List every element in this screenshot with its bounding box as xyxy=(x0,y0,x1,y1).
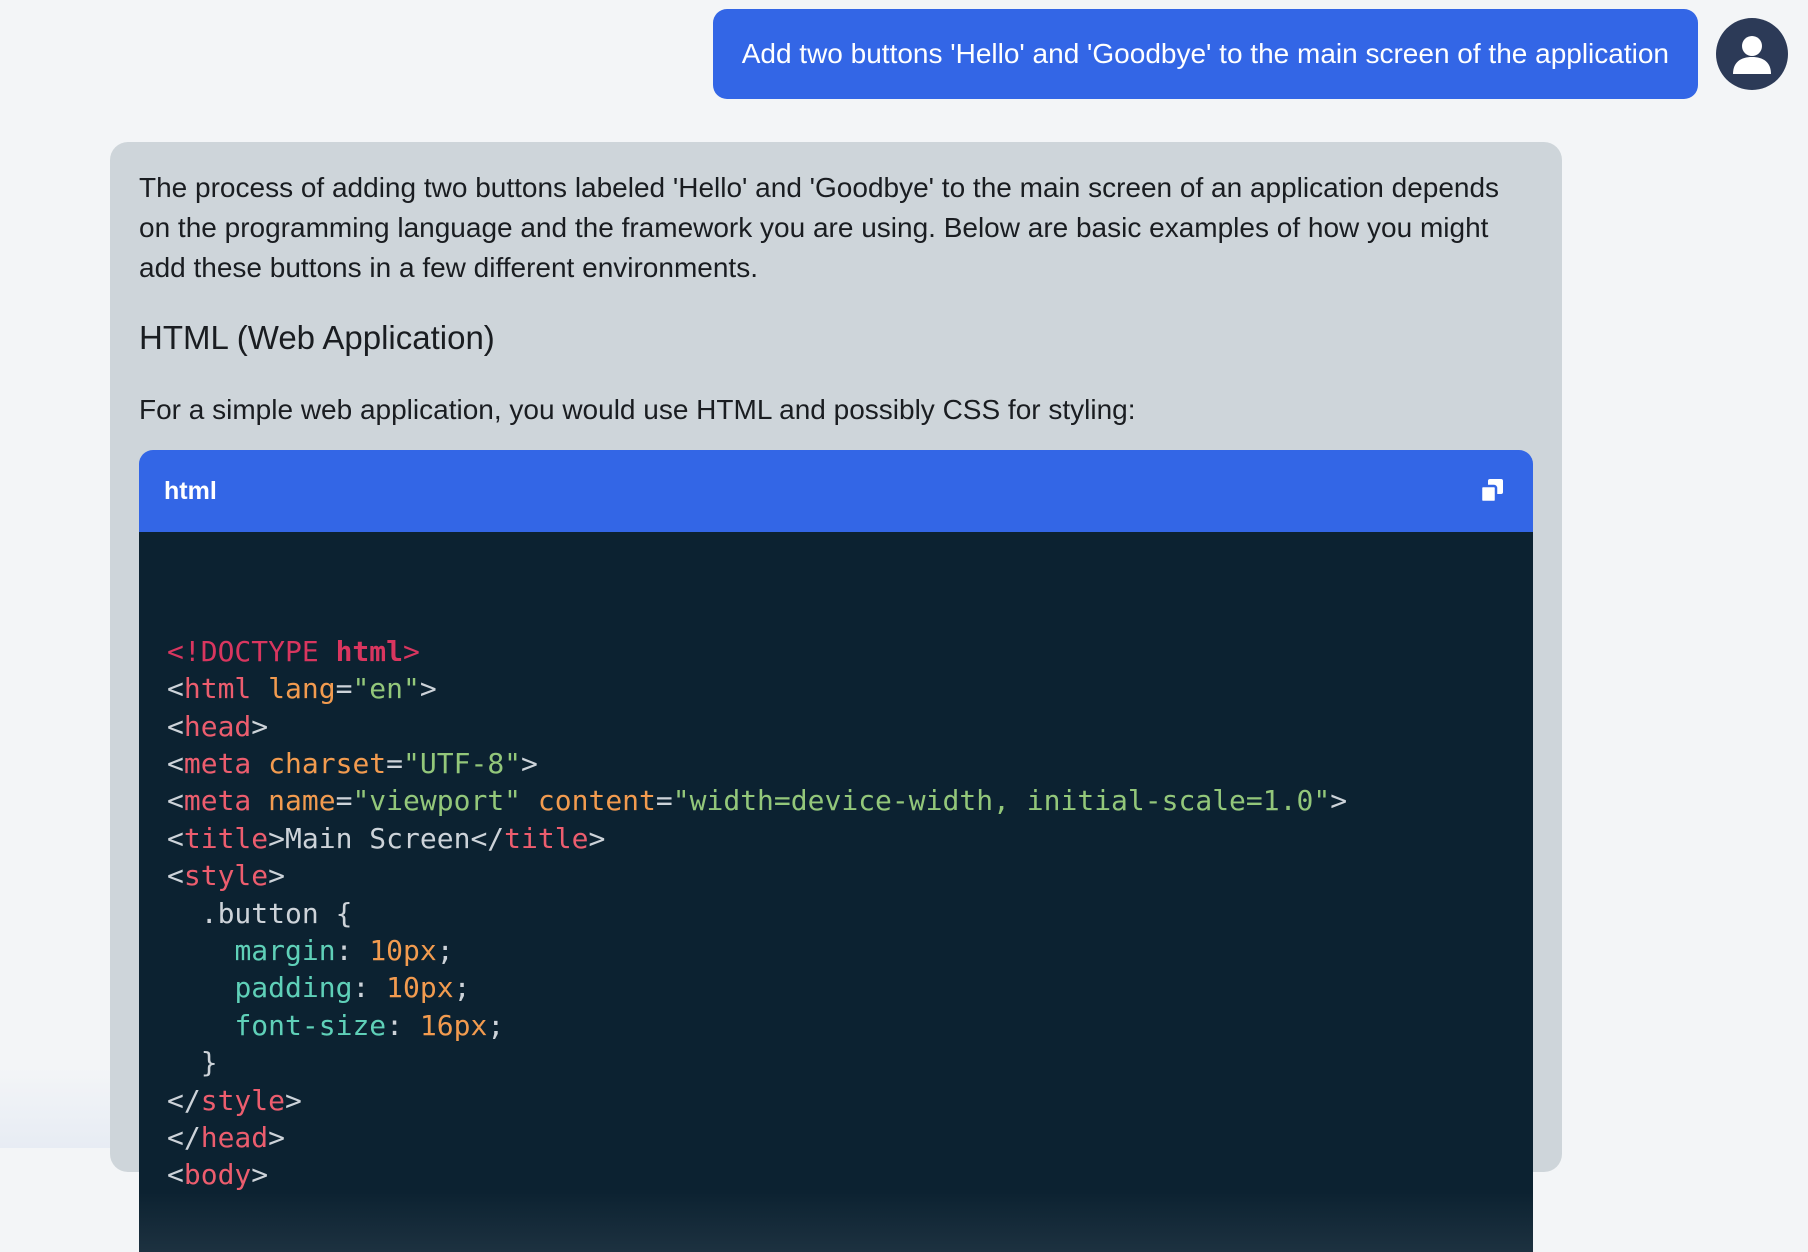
code-token: .button { xyxy=(167,896,353,930)
code-line: } xyxy=(167,1044,1505,1081)
code-token: lang xyxy=(268,672,336,706)
code-token: "width=device-width, initial-scale=1.0" xyxy=(672,784,1331,818)
code-token: : xyxy=(352,971,387,1005)
code-line: margin: 10px; xyxy=(167,932,1505,969)
code-token: 10px xyxy=(386,971,454,1005)
code-token: > xyxy=(403,634,420,668)
code-token: > xyxy=(588,821,606,855)
background-gradient xyxy=(0,1068,110,1148)
code-line: <html lang="en"> xyxy=(167,670,1505,707)
code-token: > xyxy=(419,672,437,706)
code-token: > xyxy=(268,859,286,893)
code-line: <meta name="viewport" content="width=dev… xyxy=(167,782,1505,819)
code-line: </head> xyxy=(167,1119,1505,1156)
code-line: <body> xyxy=(167,1156,1505,1193)
copy-code-button[interactable] xyxy=(1477,476,1507,506)
code-block: html <!DOCTYPE html> <html lang="en"> <hea… xyxy=(139,450,1533,1252)
assistant-message-card: The process of adding two buttons labele… xyxy=(110,142,1562,1252)
code-token: > xyxy=(251,1158,269,1192)
code-line: padding: 10px; xyxy=(167,969,1505,1006)
user-message-row: Add two buttons 'Hello' and 'Goodbye' to… xyxy=(712,9,1788,99)
code-line: <head> xyxy=(167,708,1505,745)
code-token: </ xyxy=(167,1120,201,1154)
code-token: > xyxy=(268,1120,286,1154)
code-token: = xyxy=(335,784,353,818)
code-token: >Main Screen</ xyxy=(268,821,505,855)
code-token: > xyxy=(521,746,538,780)
code-token: "en" xyxy=(352,672,420,706)
code-line: <!DOCTYPE html> xyxy=(167,633,1505,670)
user-avatar[interactable] xyxy=(1716,18,1788,90)
code-token: < xyxy=(167,709,184,743)
code-line: .button { xyxy=(167,895,1505,932)
code-token: < xyxy=(167,784,184,818)
code-token: ; xyxy=(453,971,471,1005)
code-token: html xyxy=(183,672,252,706)
code-token: 16px xyxy=(419,1008,488,1042)
code-line: </style> xyxy=(167,1082,1505,1119)
code-token: style xyxy=(200,1083,286,1117)
code-token: < xyxy=(167,1158,184,1192)
code-token: "viewport" xyxy=(352,784,522,818)
code-token: < xyxy=(167,672,184,706)
code-token: head xyxy=(200,1120,269,1154)
code-fade-overlay xyxy=(139,1192,1533,1252)
user-icon xyxy=(1733,36,1771,74)
code-token: style xyxy=(183,859,269,893)
code-token: body xyxy=(183,1158,252,1192)
code-token: name xyxy=(268,784,336,818)
code-token: ; xyxy=(487,1008,505,1042)
code-content[interactable]: <!DOCTYPE html> <html lang="en"> <head> <me… xyxy=(139,532,1533,1252)
code-token: = xyxy=(335,672,353,706)
code-token: = xyxy=(655,784,673,818)
code-token: padding xyxy=(234,971,353,1005)
code-token: "UTF-8" xyxy=(403,746,522,780)
code-token: head xyxy=(183,709,252,743)
code-token: charset xyxy=(268,746,387,780)
code-line: <title>Main Screen</title> xyxy=(167,820,1505,857)
code-line: <meta charset="UTF-8"> xyxy=(167,745,1505,782)
code-token: > xyxy=(1330,784,1348,818)
code-token: : xyxy=(335,933,370,967)
code-token: < xyxy=(167,746,184,780)
code-token: font-size xyxy=(234,1008,387,1042)
code-block-header: html xyxy=(139,450,1533,532)
code-token: : xyxy=(386,1008,420,1042)
copy-icon xyxy=(1479,479,1503,504)
code-token: </ xyxy=(167,1083,201,1117)
code-token: < xyxy=(167,859,184,893)
code-token: <!DOCTYPE xyxy=(167,634,336,668)
code-token: > xyxy=(285,1083,302,1117)
code-token: meta xyxy=(183,746,252,780)
code-token: title xyxy=(504,821,589,855)
section-heading: HTML (Web Application) xyxy=(139,319,495,356)
code-language-label: html xyxy=(164,476,217,505)
code-token: title xyxy=(183,821,269,855)
code-token: } xyxy=(167,1046,218,1080)
code-token: = xyxy=(386,746,404,780)
code-token: > xyxy=(251,709,269,743)
user-message-bubble: Add two buttons 'Hello' and 'Goodbye' to… xyxy=(712,9,1698,99)
user-message-text: Add two buttons 'Hello' and 'Goodbye' to… xyxy=(741,38,1669,69)
assistant-subintro-text: For a simple web application, you would … xyxy=(139,394,1136,425)
code-token: < xyxy=(167,821,184,855)
code-line: <style> xyxy=(167,857,1505,894)
code-token: margin xyxy=(234,933,336,967)
code-token: 10px xyxy=(369,933,437,967)
code-token: meta xyxy=(183,784,252,818)
code-line: font-size: 16px; xyxy=(167,1007,1505,1044)
code-token: html xyxy=(335,634,404,668)
code-token: ; xyxy=(436,933,454,967)
code-token: content xyxy=(537,784,656,818)
assistant-intro-text: The process of adding two buttons labele… xyxy=(139,172,1500,283)
